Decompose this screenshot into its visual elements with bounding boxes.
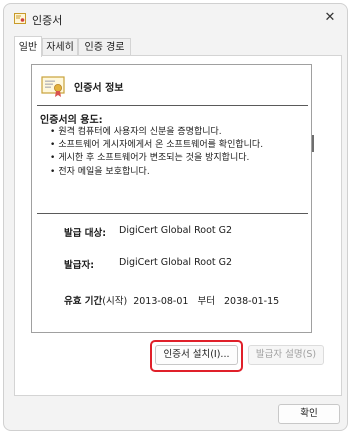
title-bar: 인증서 ✕ [4, 4, 347, 34]
certificate-info-title: 인증서 정보 [74, 83, 124, 94]
valid-to-date: 2038-01-15 [223, 296, 280, 307]
purpose-item: 게시한 후 소프트웨어가 변조되는 것을 방지합니다. [50, 152, 263, 165]
purpose-item: 원격 컴퓨터에 사용자의 신분을 증명합니다. [50, 126, 263, 139]
tab-details[interactable]: 자세히 [42, 38, 78, 56]
purpose-scrollbar[interactable] [312, 135, 314, 152]
close-icon: ✕ [324, 10, 336, 25]
purpose-heading: 인증서의 용도: [40, 115, 103, 126]
purpose-item: 전자 메일을 보호합니다. [50, 166, 263, 179]
issuer-statement-button[interactable]: 발급자 설명(S) [248, 345, 324, 365]
validity-row: 유효 기간(시작) 2013-08-01 부터 2038-01-15 [64, 293, 279, 307]
issued-by-value: DigiCert Global Root G2 [119, 257, 233, 268]
validity-to-label: 부터 [197, 296, 215, 307]
window-title: 인증서 [32, 14, 63, 27]
issued-to-row: 발급 대상: DigiCert Global Root G2 [64, 225, 232, 239]
divider [37, 213, 308, 214]
purpose-item: 소프트웨어 게시자에게서 온 소프트웨어를 확인합니다. [50, 139, 263, 152]
certificate-dialog: 인증서 ✕ 일반 자세히 인증 경로 인증서 정보 인증서의 용도: 원격 컴퓨… [3, 3, 348, 431]
divider [37, 105, 308, 106]
ok-button[interactable]: 확인 [278, 404, 340, 424]
purpose-list: 원격 컴퓨터에 사용자의 신분을 증명합니다. 소프트웨어 게시자에게서 온 소… [50, 126, 263, 179]
certificate-info-box: 인증서 정보 인증서의 용도: 원격 컴퓨터에 사용자의 신분을 증명합니다. … [31, 64, 314, 333]
tab-general[interactable]: 일반 [14, 36, 42, 57]
valid-from-date: 2013-08-01 [133, 296, 189, 307]
validity-label: 유효 기간 [64, 296, 103, 307]
certificate-icon [41, 76, 65, 97]
install-certificate-button[interactable]: 인증서 설치(I)... [155, 345, 238, 365]
issued-by-row: 발급자: DigiCert Global Root G2 [64, 257, 232, 271]
certificate-icon [14, 13, 26, 24]
issued-by-label: 발급자: [64, 260, 95, 271]
close-button[interactable]: ✕ [319, 8, 341, 28]
issued-to-label: 발급 대상: [64, 228, 107, 239]
validity-from-label: (시작) [102, 296, 128, 307]
issued-to-value: DigiCert Global Root G2 [119, 225, 233, 236]
tab-certification-path[interactable]: 인증 경로 [78, 38, 131, 56]
